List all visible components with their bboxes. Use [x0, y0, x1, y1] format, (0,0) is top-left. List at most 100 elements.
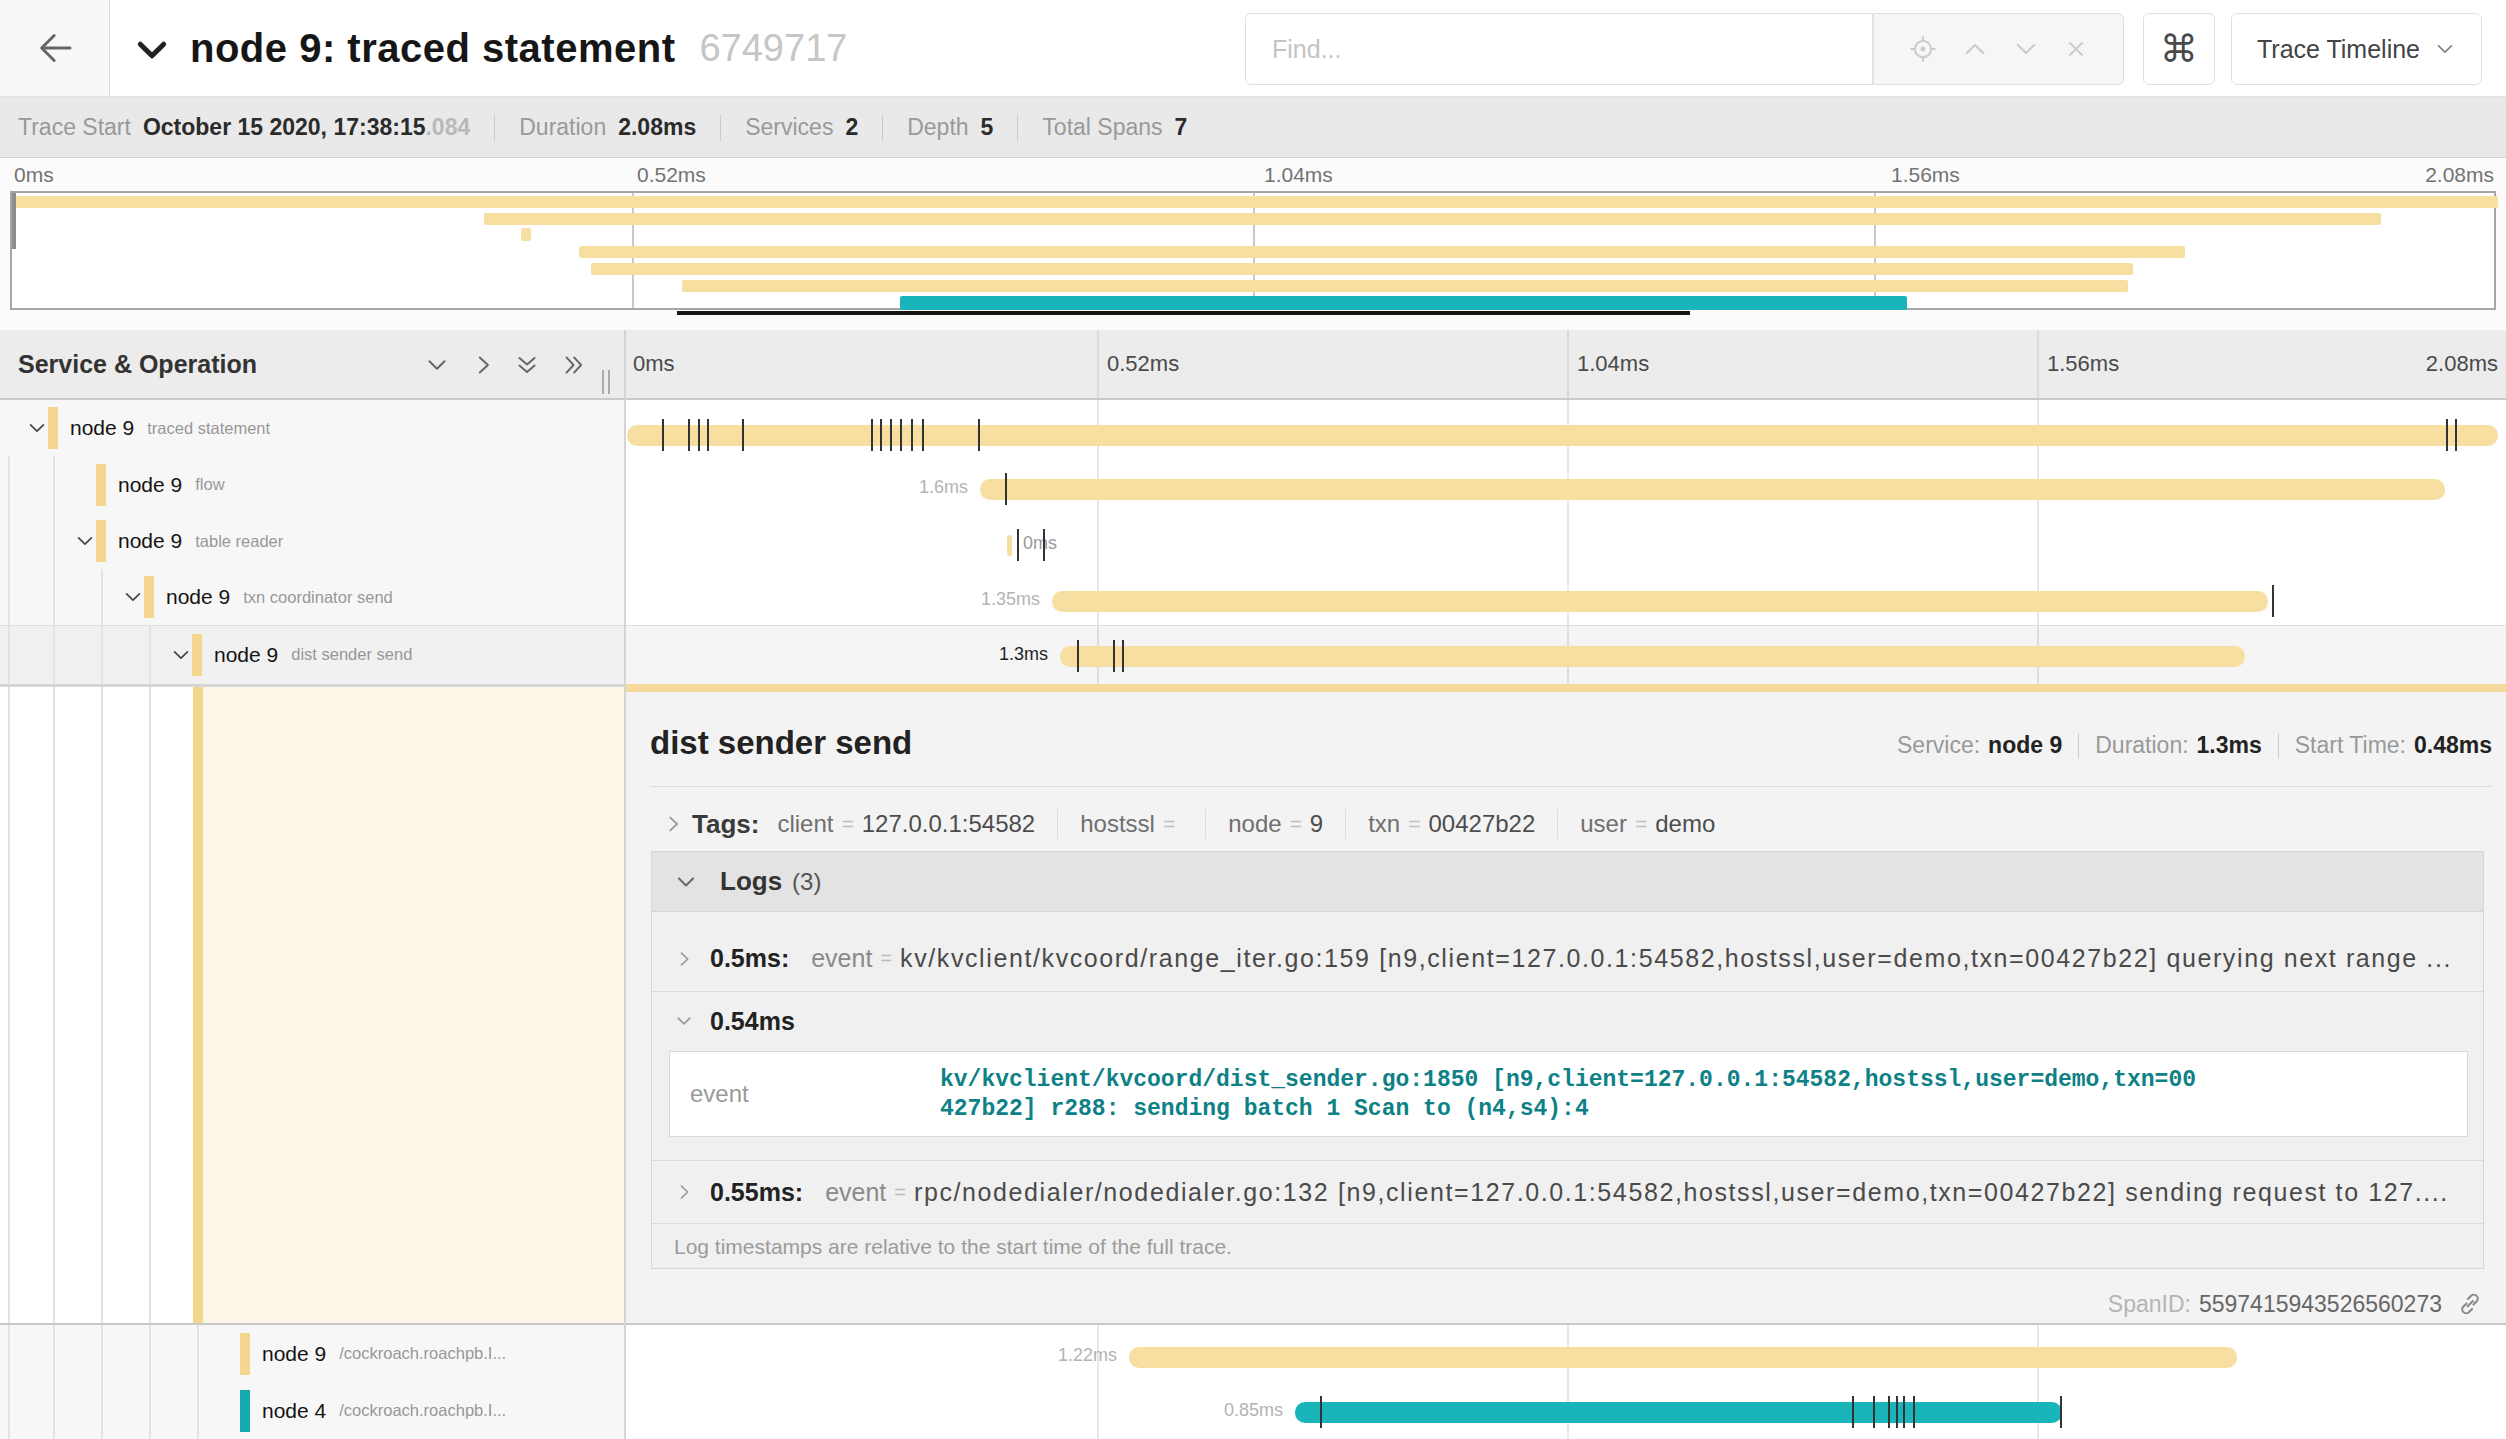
log-entry-3[interactable]: 0.55ms: event = rpc/nodedialer/nodediale… — [652, 1161, 2483, 1223]
span-detail-panel: dist sender send Service: node 9 Duratio… — [626, 692, 2506, 1323]
log-value: rpc/nodedialer/nodedialer.go:132 [n9,cli… — [914, 1178, 2449, 1207]
close-icon[interactable] — [2063, 36, 2089, 62]
span-row-4-name[interactable]: node 9dist sender send — [0, 625, 624, 684]
keyboard-shortcuts-button[interactable]: ⌘ — [2143, 13, 2215, 85]
log-event-key: event — [690, 1052, 749, 1136]
chevron-down-icon[interactable] — [2012, 35, 2040, 63]
span-bar[interactable] — [980, 479, 2445, 500]
span-row-3-name[interactable]: node 9txn coordinator send — [0, 569, 624, 625]
collapse-one-icon[interactable] — [424, 352, 450, 378]
chevron-down-icon — [674, 1011, 694, 1031]
span-log-tick — [662, 419, 664, 451]
collapse-all-icon[interactable] — [514, 352, 540, 378]
header-gridline — [1567, 330, 1569, 398]
chevron-up-icon[interactable] — [1961, 35, 1989, 63]
row-expander-chevron[interactable] — [74, 530, 96, 552]
logs-footer-note: Log timestamps are relative to the start… — [652, 1223, 2483, 1269]
find-group: Find... — [1245, 13, 2124, 85]
span-row-5-timeline[interactable]: 1.22ms — [626, 1325, 2506, 1382]
header-tick-1: 0.52ms — [1107, 330, 1179, 398]
minimap-scrubber[interactable] — [12, 193, 16, 249]
chevron-down-icon — [2434, 38, 2456, 60]
span-row-2-timeline[interactable]: 0ms — [626, 513, 2506, 569]
span-row-6-name[interactable]: node 4/cockroach.roachpb.I... — [0, 1382, 624, 1439]
tags-accordion[interactable]: Tags: client=127.0.0.1:54582 hostssl= node… — [662, 800, 1715, 848]
tag-item[interactable]: txn=00427b22 — [1368, 810, 1535, 838]
span-duration-label: 1.6ms — [919, 477, 968, 498]
logs-accordion: Logs (3) 0.5ms: event = kv/kvclient/kvco… — [651, 851, 2484, 1269]
log-key: event — [825, 1178, 886, 1207]
span-log-tick — [1888, 1396, 1890, 1428]
collapse-trace-chevron-icon[interactable] — [128, 30, 176, 70]
log-entry-2-header[interactable]: 0.54ms — [652, 992, 2483, 1050]
summary-item: Total Spans7 — [1042, 114, 1187, 141]
span-bar[interactable] — [1052, 591, 2268, 612]
span-row-1-name[interactable]: node 9flow — [0, 456, 624, 513]
selected-span-color-bar — [193, 687, 203, 1325]
logs-label: Logs — [720, 866, 782, 897]
chevron-right-icon — [674, 1182, 694, 1202]
tags-label: Tags: — [692, 809, 759, 840]
span-log-tick — [2455, 419, 2457, 451]
header-tick-2: 1.04ms — [1577, 330, 1649, 398]
link-icon[interactable] — [2456, 1290, 2484, 1318]
log-event-table: event kv/kvclient/kvcoord/dist_sender.go… — [669, 1051, 2468, 1137]
tag-item[interactable]: hostssl= — [1080, 810, 1183, 838]
header-gridline — [1097, 330, 1099, 398]
log-entry-1[interactable]: 0.5ms: event = kv/kvclient/kvcoord/range… — [652, 912, 2483, 992]
span-bar[interactable] — [1007, 535, 1012, 556]
locate-icon[interactable] — [1908, 34, 1938, 64]
span-duration-label: 0ms — [1023, 533, 1057, 554]
span-bar[interactable] — [627, 425, 2498, 446]
tag-item[interactable]: user=demo — [1580, 810, 1715, 838]
column-resize-handle[interactable] — [602, 370, 614, 394]
tag-item[interactable]: client=127.0.0.1:54582 — [777, 810, 1035, 838]
expand-all-icon[interactable] — [560, 352, 586, 378]
span-service-name: node 9 — [214, 643, 278, 667]
summary-item: Duration2.08ms — [519, 114, 696, 141]
span-row-3-timeline[interactable]: 1.35ms — [626, 569, 2506, 625]
chevron-right-icon — [662, 813, 684, 835]
find-controls — [1873, 13, 2124, 85]
column-divider[interactable] — [624, 330, 626, 1439]
span-row-4-timeline[interactable]: 1.3ms — [626, 625, 2506, 684]
chevron-down-icon — [674, 870, 698, 894]
row-expander-chevron[interactable] — [122, 586, 144, 608]
summary-item: Depth5 — [907, 114, 993, 141]
span-bar[interactable] — [1060, 646, 2245, 667]
span-row-1-timeline[interactable]: 1.6ms — [626, 456, 2506, 513]
row-expander-chevron[interactable] — [170, 644, 192, 666]
span-log-tick — [742, 419, 744, 451]
span-row-5-name[interactable]: node 9/cockroach.roachpb.I... — [0, 1325, 624, 1382]
span-detail-accent-bar — [626, 684, 2506, 692]
meta-value: 0.48ms — [2414, 732, 2492, 759]
span-row-2-name[interactable]: node 9table reader — [0, 513, 624, 569]
expand-one-icon[interactable] — [470, 352, 496, 378]
span-log-tick — [1320, 1396, 1322, 1428]
row-expander-chevron[interactable] — [26, 417, 48, 439]
span-color-block — [192, 634, 202, 676]
find-input[interactable]: Find... — [1245, 13, 1873, 85]
trace-timeline-dropdown[interactable]: Trace Timeline — [2231, 13, 2482, 85]
span-service-name: node 4 — [262, 1399, 326, 1423]
back-button[interactable] — [0, 0, 110, 96]
span-detail-meta: Service: node 9 Duration: 1.3ms Start Ti… — [1897, 732, 2492, 759]
span-operation-name: traced statement — [147, 419, 270, 438]
span-log-tick — [1043, 529, 1045, 561]
span-bar[interactable] — [1295, 1402, 2062, 1423]
span-service-name: node 9 — [118, 529, 182, 553]
span-duration-label: 0.85ms — [1224, 1400, 1283, 1421]
minimap-canvas[interactable] — [10, 191, 2496, 310]
log-value: kv/kvclient/kvcoord/range_iter.go:159 [n… — [900, 944, 2452, 973]
minimap-scroll-indicator[interactable] — [677, 311, 1690, 315]
span-bar[interactable] — [1129, 1347, 2237, 1368]
logs-header[interactable]: Logs (3) — [652, 852, 2483, 912]
tag-item[interactable]: node=9 — [1228, 810, 1323, 838]
span-row-6-timeline[interactable]: 0.85ms — [626, 1382, 2506, 1439]
span-service-name: node 9 — [262, 1342, 326, 1366]
span-row-0-name[interactable]: node 9traced statement — [0, 400, 624, 456]
meta-label: Service: — [1897, 732, 1980, 759]
minimap-tick-1: 0.52ms — [637, 163, 706, 187]
log-event-value: kv/kvclient/kvcoord/dist_sender.go:1850 … — [940, 1066, 2450, 1124]
span-row-0-timeline[interactable] — [626, 400, 2506, 456]
